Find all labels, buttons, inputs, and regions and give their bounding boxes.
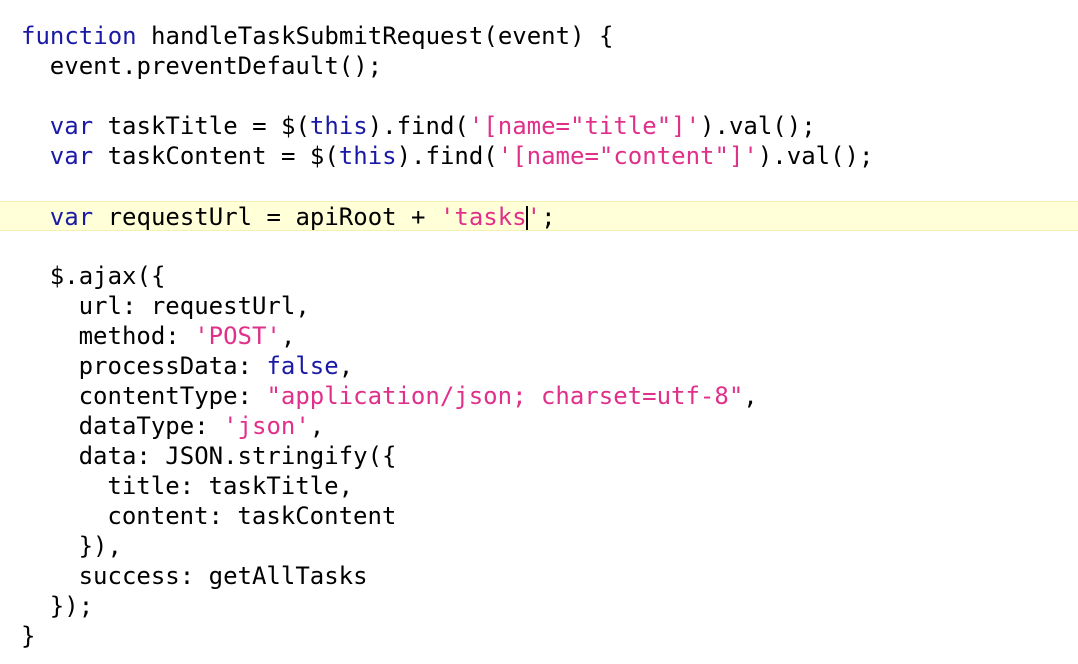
- code-line[interactable]: $.ajax({: [0, 261, 1078, 291]
- code-text: dataType:: [78, 412, 224, 440]
- code-keyword: this: [338, 142, 397, 170]
- code-text: event.preventDefault();: [49, 52, 383, 80]
- code-keyword: var: [49, 142, 94, 170]
- code-string: 'json': [223, 412, 310, 440]
- code-text: url: requestUrl,: [78, 292, 310, 320]
- code-text: ,: [309, 412, 325, 440]
- code-text: $.ajax({: [49, 262, 166, 290]
- code-line[interactable]: var taskTitle = $(this).find('[name="tit…: [0, 111, 1078, 141]
- code-string: ': [526, 203, 542, 231]
- code-text: contentType:: [78, 382, 267, 410]
- code-text: ).find(: [396, 142, 498, 170]
- code-line[interactable]: function handleTaskSubmitRequest(event) …: [0, 21, 1078, 51]
- code-text: processData:: [78, 352, 267, 380]
- code-line[interactable]: processData: false,: [0, 351, 1078, 381]
- code-line[interactable]: method: 'POST',: [0, 321, 1078, 351]
- code-line[interactable]: [0, 231, 1078, 261]
- code-string: "application/json; charset=utf-8": [266, 382, 744, 410]
- code-line[interactable]: [0, 81, 1078, 111]
- code-text: ).val();: [757, 142, 874, 170]
- code-line[interactable]: event.preventDefault();: [0, 51, 1078, 81]
- code-text: taskTitle = $(: [93, 112, 310, 140]
- code-text: });: [49, 592, 94, 620]
- code-text: content: taskContent: [107, 502, 397, 530]
- code-line[interactable]: data: JSON.stringify({: [0, 441, 1078, 471]
- code-string: '[name="title"]': [468, 112, 701, 140]
- code-text: success: getAllTasks: [78, 562, 368, 590]
- code-string: '[name="content"]': [497, 142, 758, 170]
- code-text: requestUrl = apiRoot +: [93, 203, 440, 231]
- code-editor[interactable]: function handleTaskSubmitRequest(event) …: [0, 0, 1078, 664]
- code-keyword: var: [49, 203, 94, 231]
- code-text: method:: [78, 322, 195, 350]
- code-text: }: [21, 622, 36, 650]
- code-text: title: taskTitle,: [107, 472, 354, 500]
- code-string: 'tasks: [439, 203, 527, 231]
- code-line[interactable]: var taskContent = $(this).find('[name="c…: [0, 141, 1078, 171]
- code-text: ,: [338, 352, 354, 380]
- code-text: }),: [78, 532, 122, 560]
- code-keyword: this: [309, 112, 368, 140]
- code-text: ).val();: [700, 112, 816, 140]
- code-line[interactable]: });: [0, 591, 1078, 621]
- code-keyword: function: [21, 22, 137, 50]
- code-string: 'POST': [194, 322, 281, 350]
- code-line[interactable]: contentType: "application/json; charset=…: [0, 381, 1078, 411]
- code-line[interactable]: title: taskTitle,: [0, 471, 1078, 501]
- code-text: ,: [280, 322, 296, 350]
- code-text: ).find(: [367, 112, 469, 140]
- code-text: taskContent = $(: [93, 142, 339, 170]
- code-text: handleTaskSubmitRequest(event) {: [136, 22, 614, 50]
- code-line[interactable]: url: requestUrl,: [0, 291, 1078, 321]
- code-line[interactable]: [0, 171, 1078, 201]
- code-line[interactable]: dataType: 'json',: [0, 411, 1078, 441]
- code-text: ,: [743, 382, 758, 410]
- code-text: ;: [541, 203, 556, 231]
- current-code-line[interactable]: var requestUrl = apiRoot + 'tasks';: [0, 201, 1078, 231]
- code-line[interactable]: content: taskContent: [0, 501, 1078, 531]
- code-text: data: JSON.stringify({: [78, 442, 397, 470]
- code-line[interactable]: }),: [0, 531, 1078, 561]
- code-line[interactable]: }: [0, 621, 1078, 651]
- code-line[interactable]: success: getAllTasks: [0, 561, 1078, 591]
- code-keyword: var: [49, 112, 94, 140]
- code-keyword: false: [266, 352, 339, 380]
